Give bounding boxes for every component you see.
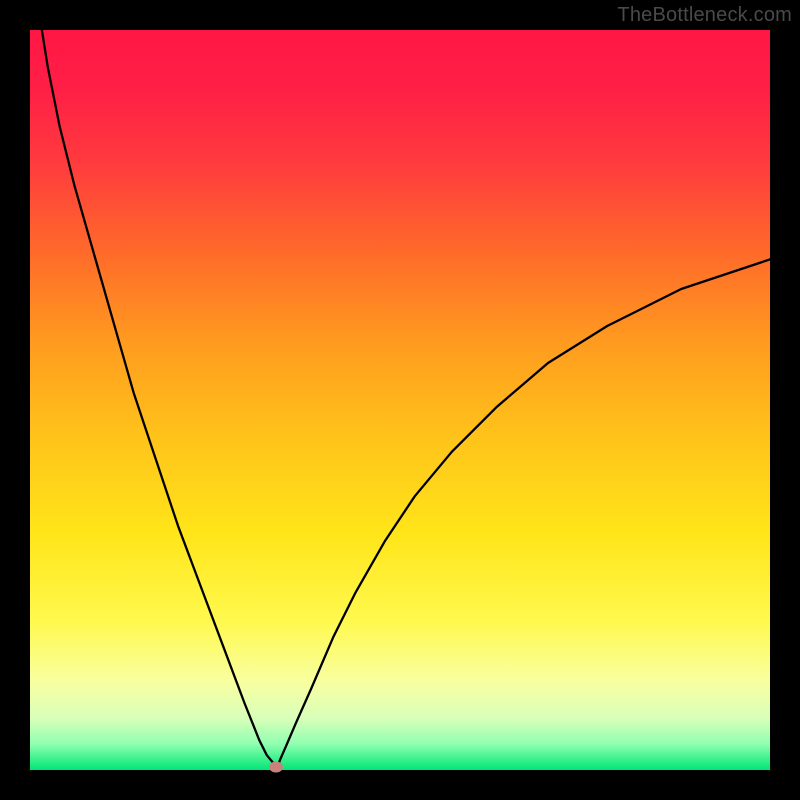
plot-frame xyxy=(30,30,770,770)
attribution-watermark: TheBottleneck.com xyxy=(617,4,792,27)
minimum-bottleneck-marker xyxy=(269,762,283,773)
bottleneck-curve xyxy=(30,30,770,770)
